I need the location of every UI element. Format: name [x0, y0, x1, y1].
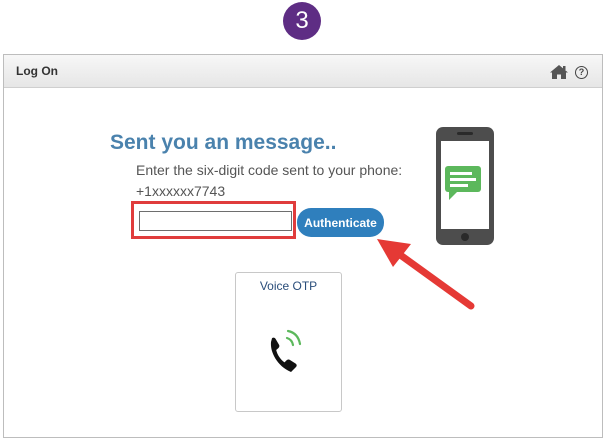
- page-heading: Sent you an message..: [110, 131, 337, 154]
- instruction-text: Enter the six-digit code sent to your ph…: [136, 162, 403, 178]
- logon-window: Log On ? Sent you an message.. Enter the…: [3, 54, 603, 438]
- phone-call-icon: [270, 329, 302, 372]
- help-icon[interactable]: ?: [575, 66, 588, 79]
- step-number-badge: 3: [283, 2, 321, 40]
- window-title: Log On: [16, 64, 58, 78]
- masked-phone-number: +1xxxxxx7743: [136, 183, 226, 199]
- voice-otp-option[interactable]: Voice OTP: [235, 272, 342, 412]
- pointer-arrow-icon: [377, 239, 475, 310]
- window-titlebar: Log On ?: [4, 55, 602, 88]
- verification-code-input[interactable]: [139, 211, 292, 231]
- home-icon[interactable]: [549, 64, 569, 80]
- smartphone-message-icon: [436, 127, 494, 245]
- voice-otp-label: Voice OTP: [259, 279, 318, 293]
